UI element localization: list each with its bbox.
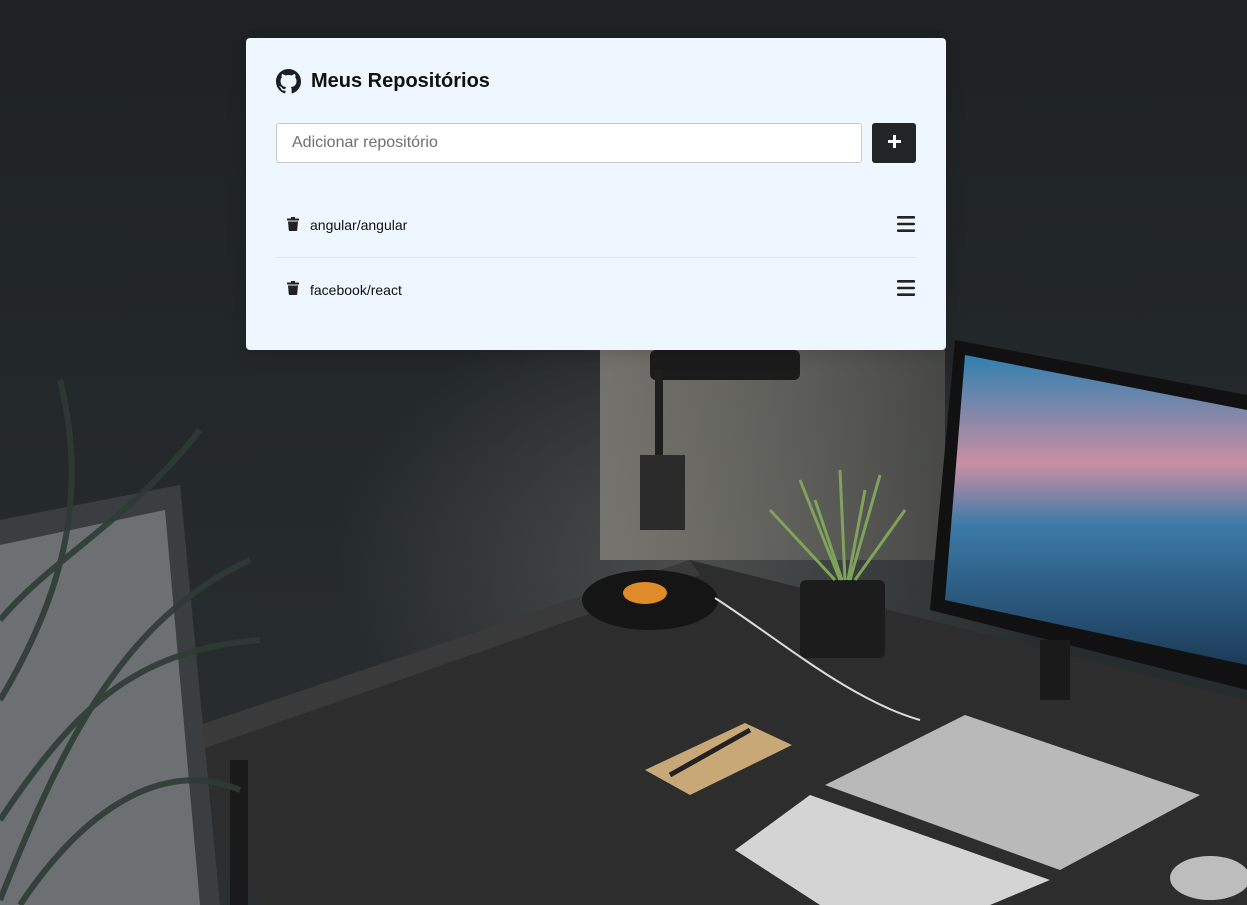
repository-details-button[interactable] (896, 215, 916, 235)
delete-repository-button[interactable] (286, 216, 300, 234)
repository-name: facebook/react (310, 281, 402, 298)
menu-bars-icon (897, 215, 915, 235)
plus-icon (887, 135, 901, 151)
repository-input[interactable] (276, 123, 862, 163)
title-row: Meus Repositórios (276, 68, 916, 94)
trash-icon (287, 216, 299, 234)
repository-list: angular/angular facebook/react (276, 193, 916, 321)
menu-bars-icon (897, 280, 915, 299)
page-title: Meus Repositórios (311, 69, 490, 92)
repositories-card: Meus Repositórios Adicionar repositório … (246, 38, 946, 350)
repository-info: angular/angular (286, 216, 408, 234)
list-item: angular/angular (276, 193, 916, 257)
add-repository-button[interactable] (872, 123, 916, 163)
repository-name: angular/angular (310, 217, 408, 233)
github-icon (276, 68, 301, 94)
delete-repository-button[interactable] (286, 281, 300, 298)
add-repository-form (276, 123, 916, 163)
repository-info: facebook/react (286, 281, 402, 298)
list-item: facebook/react (276, 257, 916, 321)
trash-icon (287, 281, 299, 298)
repository-details-button[interactable] (896, 280, 916, 299)
